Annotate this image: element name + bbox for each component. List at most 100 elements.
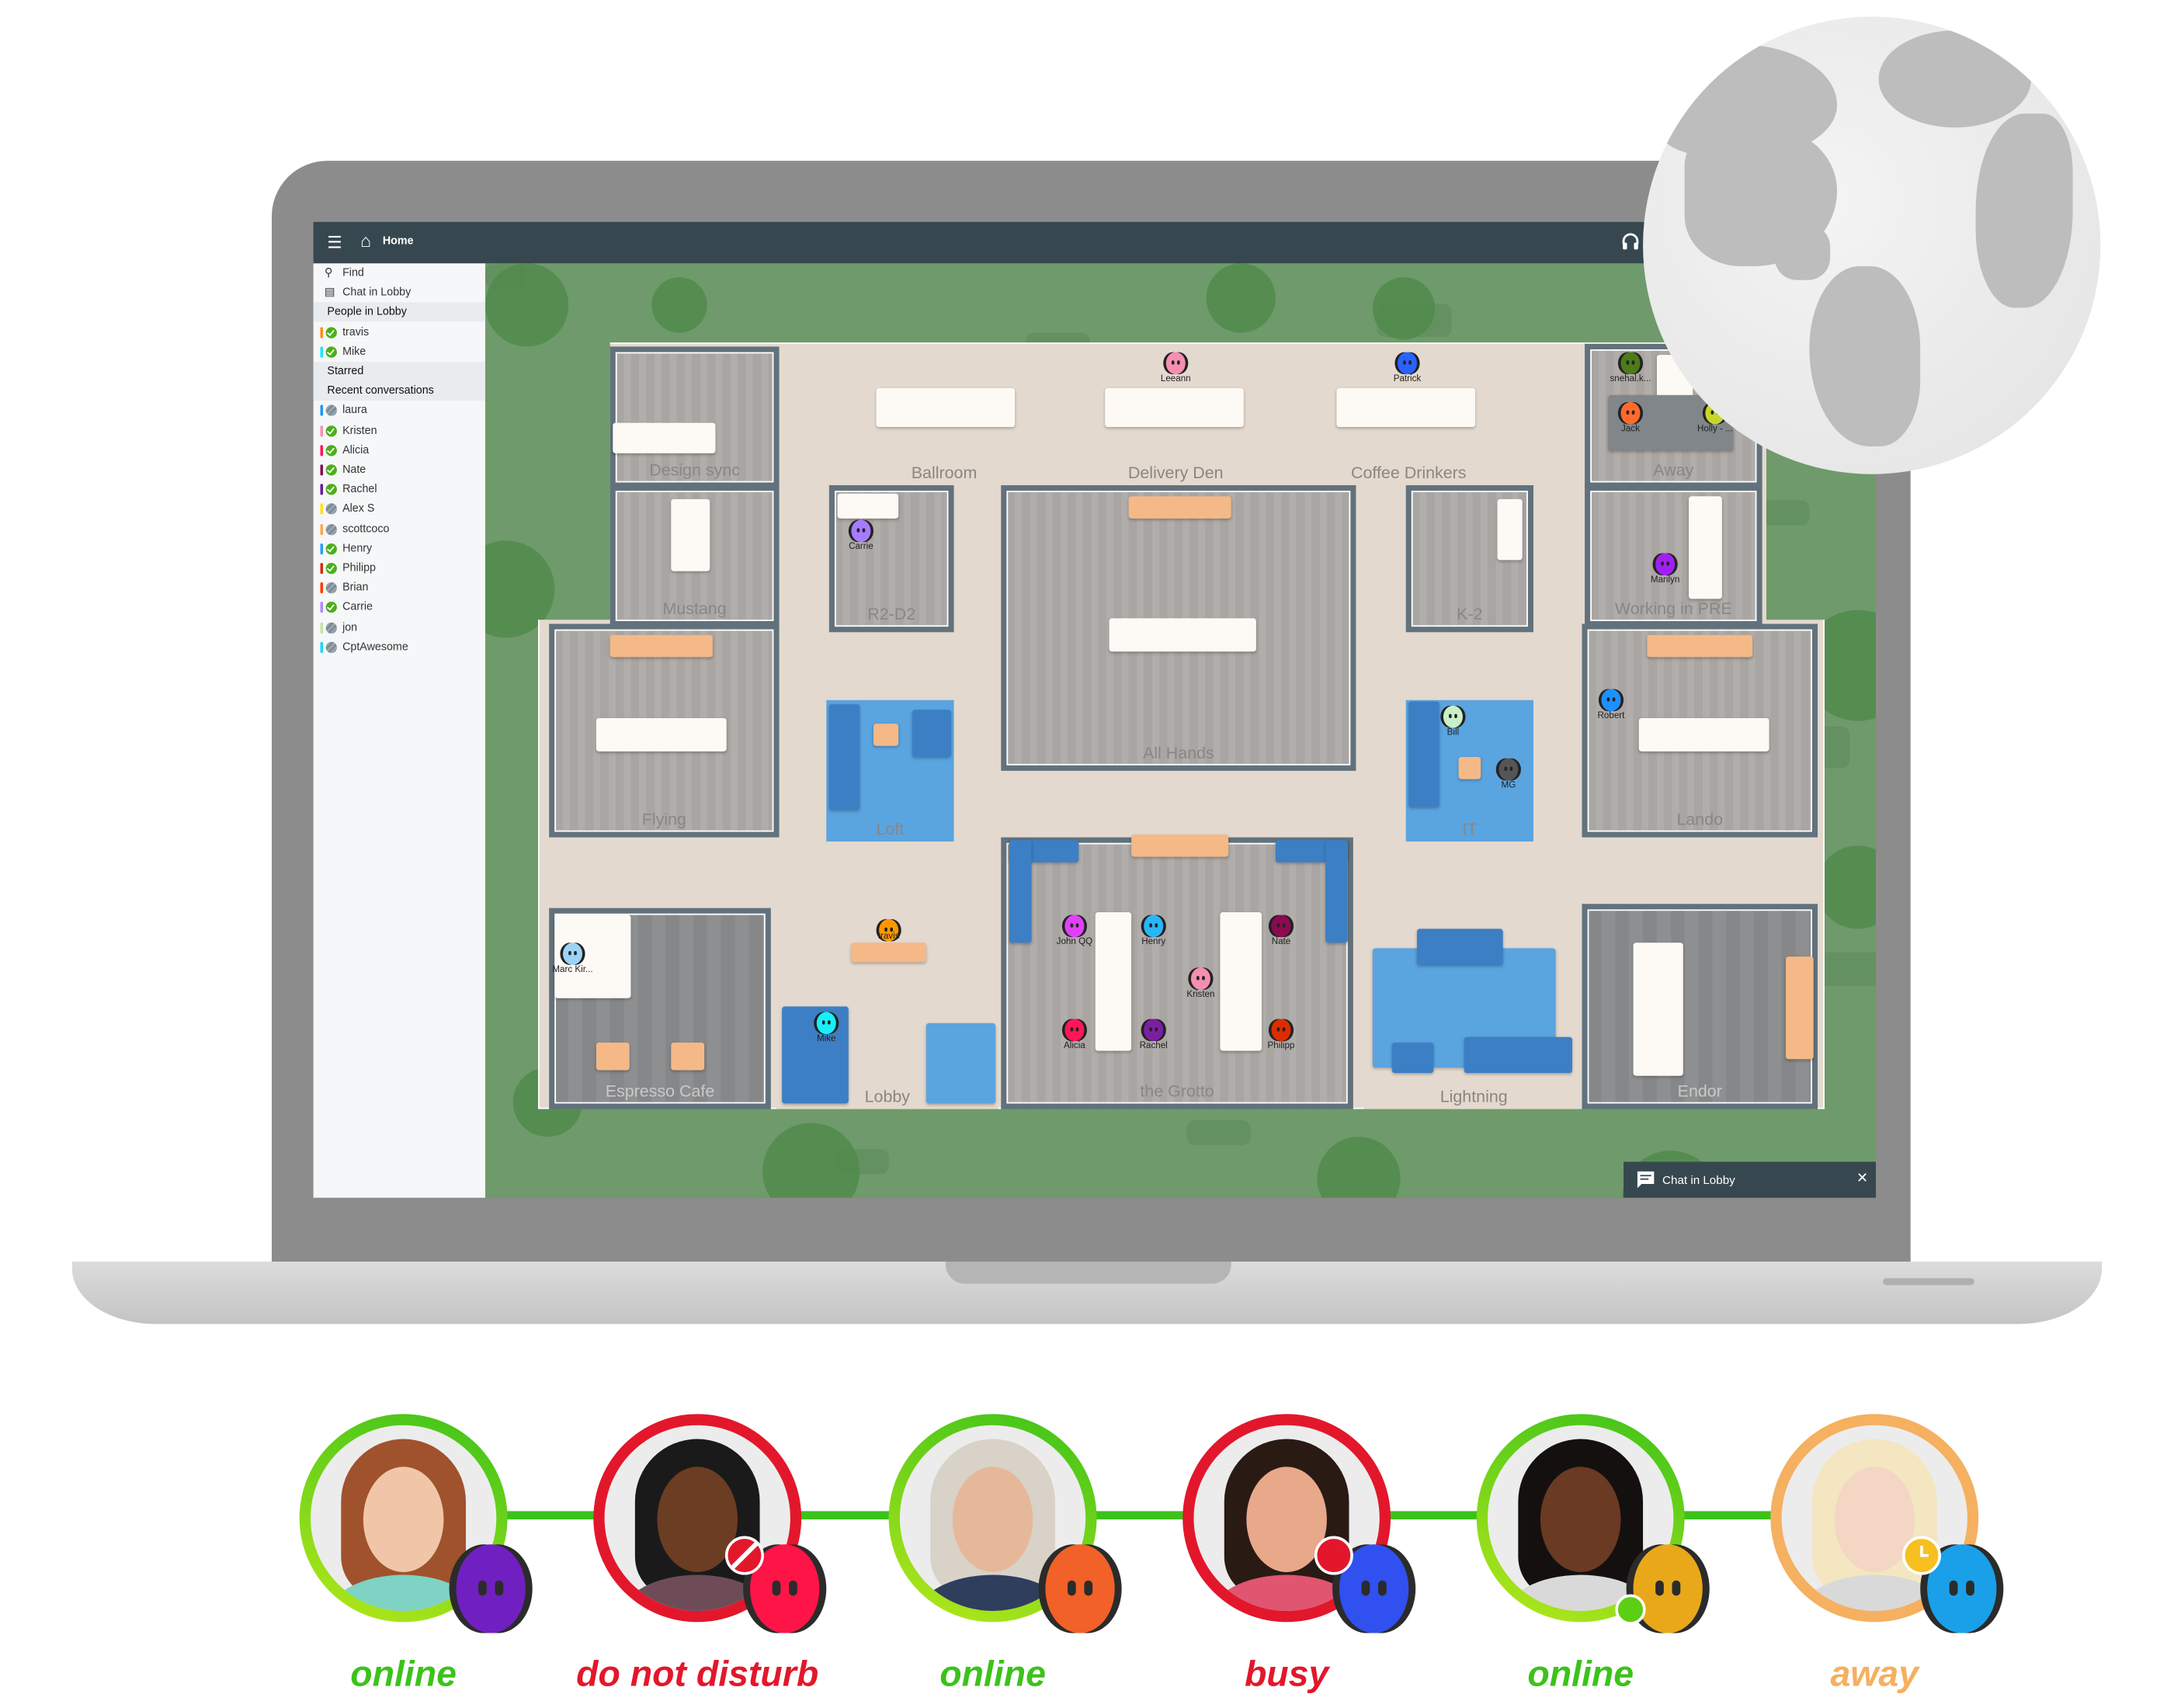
user-name: Alex S [342, 502, 375, 516]
user-name: Brian [342, 581, 369, 594]
sidebar-user-rachel[interactable]: Rachel [314, 480, 485, 499]
avatar-eye [828, 1020, 831, 1025]
sidebar-user-travis[interactable]: travis [314, 322, 485, 342]
people-in-lobby-header[interactable]: People in Lobby [313, 302, 485, 322]
avatar-henry[interactable]: Henry [1141, 914, 1166, 947]
avatar-eye [1408, 360, 1412, 365]
avatar-eye [856, 528, 860, 533]
sidebar-user-nate[interactable]: Nate [314, 460, 485, 480]
room-label: Lando [1676, 809, 1724, 829]
floor-plan: Design sync Ballroom Delivery Den Coffee Dr… [537, 342, 1825, 1109]
tree [1206, 263, 1276, 333]
sofa [1009, 840, 1032, 943]
avatar-marc-kir[interactable]: Marc Kir... [552, 941, 593, 974]
sofa [1325, 840, 1348, 943]
rug [926, 1022, 996, 1104]
chat-in-lobby-button[interactable]: ▤ Chat in Lobby [314, 283, 485, 303]
app-window: ☰ ⌂ Home ▼ ▼ ⚙ ⚲ Find ▤ Chat in Lobby People… [313, 221, 1877, 1198]
avatar-name: Leeann [1160, 374, 1191, 384]
sidebar-user-jon[interactable]: jon [314, 618, 485, 637]
avatar-name: Philipp [1267, 1041, 1295, 1051]
avatar-eye [1361, 1580, 1370, 1596]
avatar-bill[interactable]: Bill [1440, 704, 1465, 738]
avatar-carrie[interactable]: Carrie [849, 519, 873, 552]
user-name: Carrie [342, 600, 373, 613]
sidebar-user-mike[interactable]: Mike [314, 342, 485, 362]
find-button[interactable]: ⚲ Find [314, 263, 485, 283]
avatar-patrick[interactable]: Patrick [1394, 351, 1421, 384]
status-example-busy [1183, 1414, 1409, 1633]
avatar-name: MG [1501, 780, 1516, 790]
online-check-icon [325, 464, 337, 476]
avatar-body [1165, 352, 1186, 375]
starred-header[interactable]: Starred [313, 362, 485, 382]
avatar-travis[interactable]: travis [877, 918, 901, 943]
avatar-eye [1612, 697, 1616, 702]
home-icon[interactable]: ⌂ [360, 230, 371, 252]
avatar-leeann[interactable]: Leeann [1161, 351, 1191, 384]
room-the-grotto[interactable]: the Grotto [1001, 837, 1353, 1109]
avatar-name: John QQ [1056, 937, 1093, 947]
online-check-icon [325, 602, 337, 613]
avatar-alicia[interactable]: Alicia [1062, 1018, 1087, 1051]
avatar-rachel[interactable]: Rachel [1140, 1018, 1168, 1051]
recent-conversations-header-label: Recent conversations [327, 384, 434, 397]
avatar-eye [1509, 766, 1513, 771]
headphones-icon[interactable] [1620, 231, 1640, 256]
name-bench [851, 943, 926, 963]
avatar-kristen[interactable]: Kristen [1186, 967, 1214, 999]
face [952, 1467, 1033, 1572]
avatar-body [1655, 553, 1676, 576]
status-label: away [1830, 1652, 1919, 1695]
avatar-mg[interactable]: MG [1496, 757, 1521, 790]
hamburger-icon[interactable]: ☰ [327, 231, 342, 254]
close-icon[interactable]: ✕ [1856, 1172, 1868, 1187]
chat-panel[interactable]: Chat in Lobby ✕ [1624, 1161, 1877, 1198]
avatar-name: Rachel [1139, 1041, 1168, 1051]
user-name: Mike [342, 345, 366, 358]
avatar-jack[interactable]: Jack [1618, 401, 1643, 434]
sidebar-user-scottcoco[interactable]: scottcoco [314, 519, 485, 539]
avatar-snehal-k[interactable]: snehal.k... [1610, 351, 1651, 384]
recent-conversations-header[interactable]: Recent conversations [313, 381, 485, 401]
status-example-do-not-disturb [593, 1414, 820, 1633]
avatar-name: Carrie [849, 542, 873, 552]
home-link[interactable]: Home [383, 234, 414, 247]
avatar-robert[interactable]: Robert [1598, 688, 1624, 721]
sidebar-user-brian[interactable]: Brian [314, 578, 485, 598]
sidebar-user-philipp[interactable]: Philipp [314, 559, 485, 578]
office-map[interactable]: Design sync Ballroom Delivery Den Coffee Dr… [484, 263, 1877, 1198]
user-color-bar [320, 503, 324, 516]
sofa [828, 704, 860, 810]
busy-badge-icon [1314, 1536, 1353, 1575]
online-check-icon [325, 543, 337, 554]
sidebar-user-alicia[interactable]: Alicia [314, 440, 485, 460]
avatar-john-qq[interactable]: John QQ [1057, 914, 1092, 947]
sidebar-user-alex-s[interactable]: Alex S [314, 500, 485, 519]
sidebar-user-cptawesome[interactable]: CptAwesome [314, 637, 485, 657]
avatar-eye [574, 950, 577, 956]
avatar-blob-body [1633, 1544, 1703, 1633]
sofa [1416, 929, 1503, 965]
room-endor[interactable]: Endor [1582, 904, 1818, 1109]
sidebar-user-kristen[interactable]: Kristen [314, 421, 485, 440]
avatar-eye [1631, 360, 1635, 365]
user-name: CptAwesome [342, 640, 408, 653]
sidebar-user-laura[interactable]: laura [314, 401, 485, 421]
room-label: Working in PRE [1614, 599, 1732, 619]
chat-panel-title: Chat in Lobby [1662, 1172, 1735, 1187]
sidebar-user-carrie[interactable]: Carrie [314, 598, 485, 617]
user-name: Rachel [342, 482, 377, 495]
user-color-bar [320, 346, 324, 358]
status-example-online [1476, 1414, 1703, 1633]
room-design-sync[interactable]: Design sync [609, 346, 780, 488]
avatar-name: Henry [1141, 937, 1166, 947]
sidebar-user-henry[interactable]: Henry [314, 539, 485, 558]
avatar-body [1271, 915, 1291, 938]
avatar-nate[interactable]: Nate [1269, 914, 1294, 947]
avatar-marilyn[interactable]: Marilyn [1651, 552, 1679, 585]
user-color-bar [320, 562, 324, 575]
avatar-philipp[interactable]: Philipp [1268, 1018, 1294, 1051]
avatar-mike[interactable]: Mike [814, 1011, 839, 1044]
bench [1785, 956, 1814, 1060]
